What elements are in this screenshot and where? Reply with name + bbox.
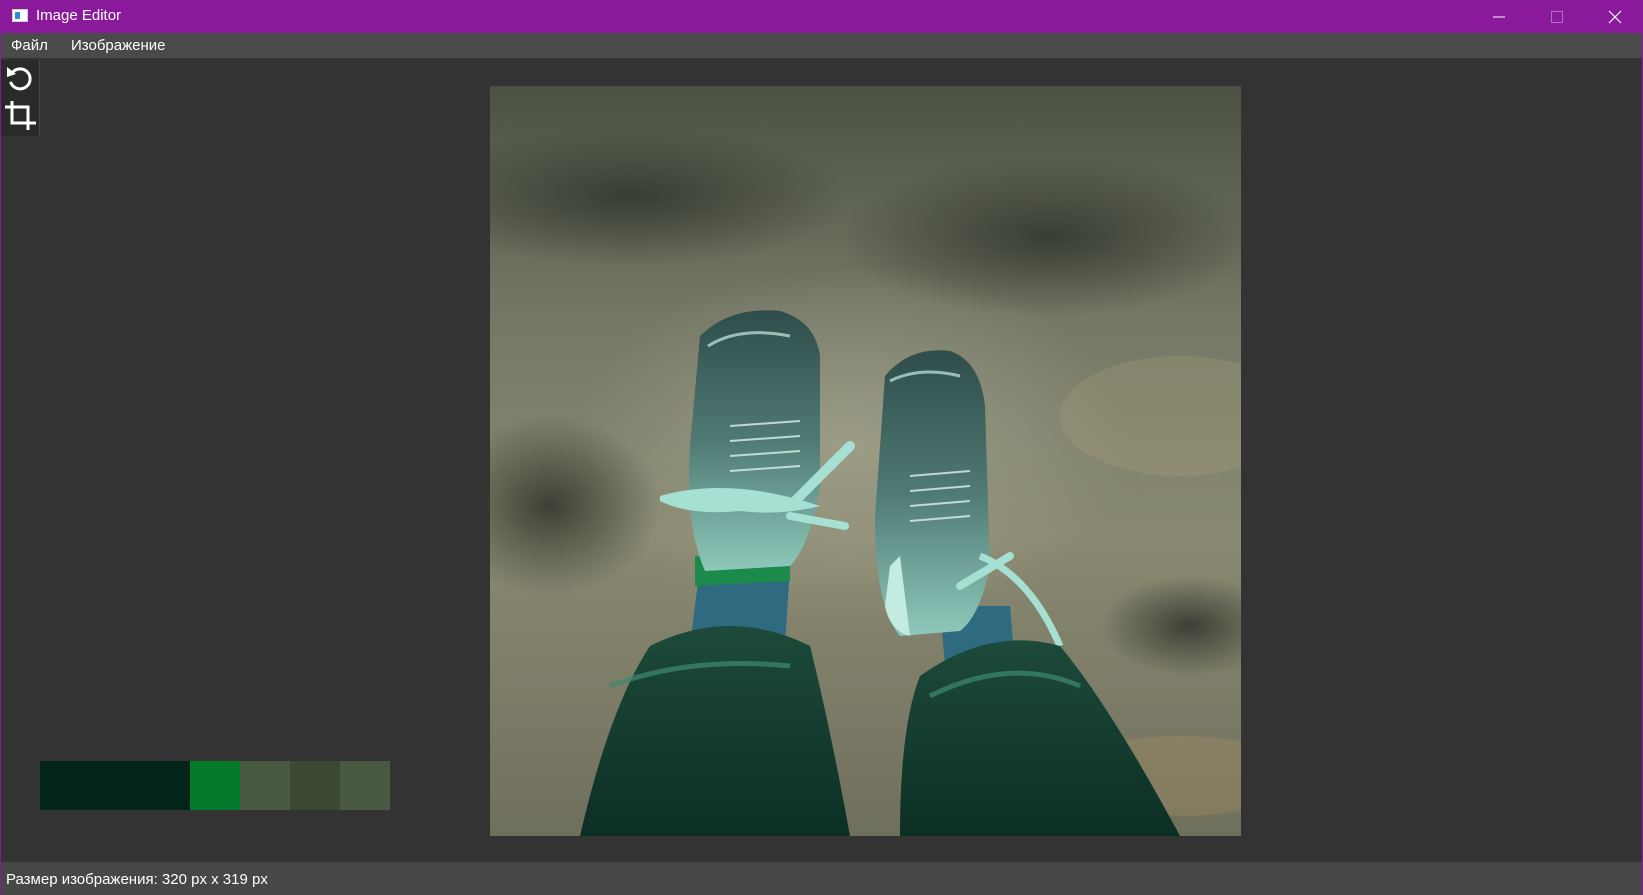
crop-button[interactable]	[3, 98, 37, 132]
image-canvas[interactable]	[490, 86, 1241, 836]
menu-file[interactable]: Файл	[11, 37, 48, 54]
minimize-button[interactable]	[1470, 0, 1528, 33]
palette-swatch[interactable]	[290, 761, 340, 810]
menu-bar: Файл Изображение	[1, 33, 1642, 58]
close-icon	[1608, 10, 1622, 24]
image-size-status: Размер изображения: 320 px x 319 px	[6, 871, 268, 888]
palette-swatch[interactable]	[240, 761, 290, 810]
tool-panel	[1, 60, 40, 136]
title-bar[interactable]: Image Editor	[1, 0, 1642, 33]
maximize-button[interactable]	[1528, 0, 1586, 33]
palette-swatch[interactable]	[140, 761, 190, 810]
close-button[interactable]	[1586, 0, 1643, 33]
palette-swatch[interactable]	[40, 761, 90, 810]
palette-swatch[interactable]	[340, 761, 390, 810]
palette-swatch[interactable]	[190, 761, 240, 810]
rotate-button[interactable]	[3, 62, 37, 96]
crop-icon	[5, 101, 36, 130]
edited-photo	[490, 86, 1241, 836]
minimize-icon	[1493, 16, 1505, 18]
window-title: Image Editor	[36, 7, 122, 24]
app-icon	[12, 9, 28, 22]
undo-icon	[7, 67, 32, 91]
maximize-icon	[1551, 11, 1563, 23]
palette-swatch[interactable]	[90, 761, 140, 810]
image-editor-window: Image Editor Файл Изображение Размер изо…	[0, 0, 1643, 895]
color-palette	[40, 761, 390, 810]
status-bar: Размер изображения: 320 px x 319 px	[1, 862, 1642, 895]
menu-image[interactable]: Изображение	[71, 37, 166, 54]
